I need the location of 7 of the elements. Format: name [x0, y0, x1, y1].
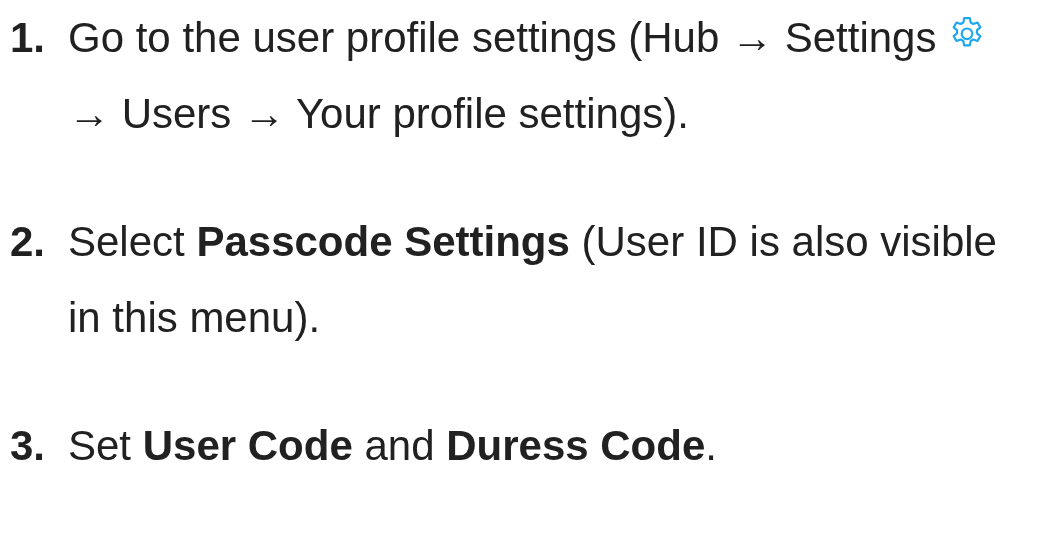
step-text: → Users → Your profile settings). [68, 90, 689, 137]
step-number: 1. [10, 13, 47, 63]
step-text: Go to the user profile settings (Hub → Settings [68, 14, 937, 61]
step-text: Select Passcode Settings (User ID is also visible in this menu). [68, 218, 997, 341]
step-number: 3. [10, 421, 47, 471]
step-number: 2. [10, 217, 47, 267]
step-text: Set User Code and Duress Code. [68, 422, 717, 469]
